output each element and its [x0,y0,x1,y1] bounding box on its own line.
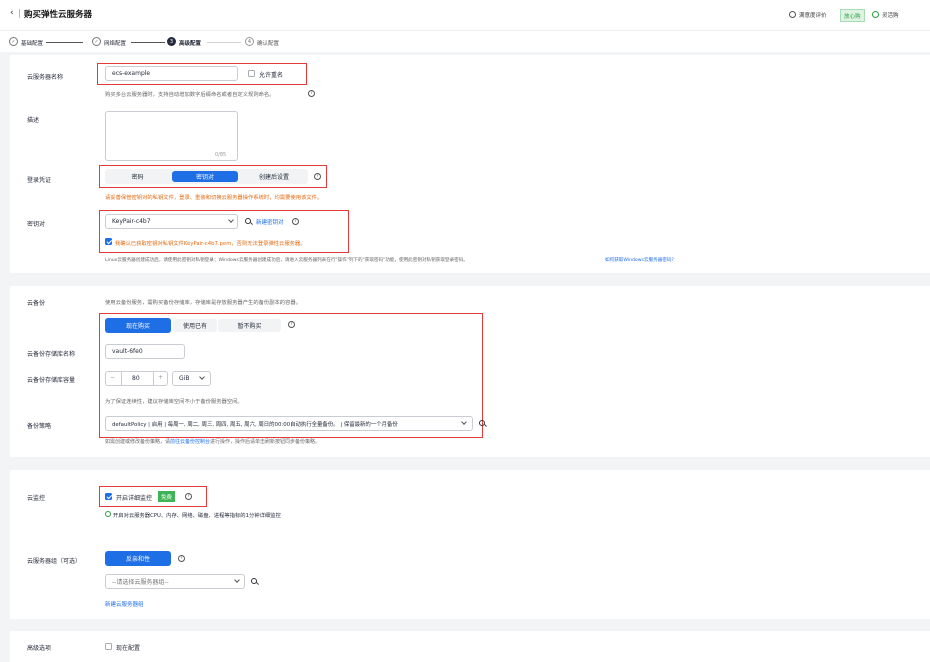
vault-capacity-label: 云备份存储库容量 [27,377,76,384]
keypair-hint: Linux云服务器创建成功后，请使用此密钥对私钥登录；Windows云服务器创建… [105,258,468,263]
help-icon[interactable]: ? [288,321,295,328]
step-2-label[interactable]: 网络配置 [104,39,126,47]
title-divider [19,9,20,18]
server-name-input[interactable]: ecs-example [105,66,238,81]
monitor-detail: 开启对云服务器CPU、内存、网络、磁盘、进程等指标的1分钟详细监控 [113,513,281,519]
backup-console-link[interactable]: 前往云备份控制台 [170,439,210,445]
vault-name-input[interactable]: vault-6fe0 [105,344,185,359]
step-1-done-icon: ✓ [9,37,18,46]
search-icon[interactable] [251,578,257,584]
backup-label: 云备份 [27,300,46,307]
anti-affinity-button[interactable]: 反亲和性 [105,551,171,566]
configure-now-checkbox[interactable] [105,643,112,650]
step-3-number: 3 [167,37,176,46]
backup-option-buy-now[interactable]: 现在购买 [105,318,171,333]
page-title: 购买弹性云服务器 [24,10,93,20]
smile-icon [789,11,796,18]
server-group-select[interactable]: --请选择云服务器组-- [105,574,245,589]
capacity-hint: 为了保证连续性，建议存储库空间不小于备份服务器空间。 [105,399,243,405]
allow-duplicate-label: 允许重名 [259,72,284,79]
description-label: 描述 [27,117,40,124]
step-2-done-icon: ✓ [92,37,101,46]
policy-hint: 如需创建或修改备份策略，请前往云备份控制台进行操作，操作后请单击刷新按钮同步备份… [105,438,320,445]
help-icon[interactable]: ? [314,173,321,180]
step-connector [131,42,165,43]
login-option-later[interactable]: 创建后设置 [242,171,306,182]
windows-password-link[interactable]: 如何获取Windows云服务器密码? [605,257,674,263]
step-connector [207,42,241,43]
login-credential-label: 登录凭证 [27,177,52,184]
shortcut-link[interactable]: 灵活购 [882,11,899,19]
free-badge: 免费 [158,491,176,502]
backup-panel: 云备份 使用云备份服务，需购买备份存储库，存储库是存放服务器产生的备份副本的容器… [10,286,930,457]
allow-duplicate-checkbox[interactable] [248,70,255,77]
cloud-monitor-label: 云监控 [27,495,46,502]
basic-settings-panel: 云服务器名称 ecs-example 允许重名 购买多台云服务器时，支持自动增加… [10,55,930,273]
backup-policy-select[interactable]: defaultPolicy | 启用 | 每周一, 周二, 周三, 周四, 周五… [105,416,473,431]
step-connector [46,42,83,43]
keypair-select[interactable]: KeyPair-c4b7 [105,214,238,229]
detailed-monitor-label: 开启详细监控 [116,495,153,502]
backup-option-use-existing[interactable]: 使用已有 [173,319,217,332]
backup-policy-label: 备份策略 [27,423,52,430]
back-icon[interactable]: ‹ [10,8,14,18]
monitoring-panel: 云监控 开启详细监控 免费 ? 开启对云服务器CPU、内存、网络、磁盘、进程等指… [10,470,930,619]
search-icon[interactable] [245,218,251,224]
capacity-unit-select[interactable]: GiB [172,371,211,386]
steps-bar: ✓ 基础配置 ✓ 网络配置 3 高级配置 4 确认配置 [0,30,930,52]
step-3-label: 高级配置 [179,41,202,47]
description-counter: 0/85 [215,152,227,158]
capacity-decrement-button[interactable]: − [110,374,115,381]
help-icon[interactable]: ? [185,493,192,500]
server-name-hint: 购买多台云服务器时，支持自动增加数字后缀命名或者自定义规则命名。 [105,92,275,98]
satisfaction-link[interactable]: 满意度评价 [799,11,827,19]
top-bar: ‹ 购买弹性云服务器 满意度评价 放心购 灵活购 [0,0,930,30]
step-4-label: 确认配置 [257,41,280,47]
help-icon[interactable]: ? [308,90,315,97]
step-4-number: 4 [245,37,254,46]
step-1-label[interactable]: 基础配置 [21,39,43,47]
stepper-divider [153,371,154,386]
vault-name-label: 云备份存储库名称 [27,351,76,358]
help-icon[interactable]: ? [292,218,299,225]
new-keypair-link[interactable]: 新建密钥对 [256,218,284,226]
refresh-search-icon[interactable] [479,420,485,426]
new-server-group-link[interactable]: 新建云服务器组 [105,600,144,608]
configure-now-label: 现在配置 [116,645,141,652]
keypair-label: 密钥对 [27,221,46,228]
capacity-increment-button[interactable]: + [158,374,163,381]
backup-option-not-now[interactable]: 暂不购买 [218,319,281,332]
check-circle-icon [872,11,879,18]
login-option-password[interactable]: 密码 [107,171,168,182]
capacity-value[interactable]: 80 [132,375,140,382]
advanced-options-label: 高级选项 [27,645,52,652]
policy-hint-post: 进行操作，操作后请单击刷新按钮同步备份策略。 [210,439,321,445]
help-icon[interactable]: ? [178,555,185,562]
keypair-confirm-checkbox[interactable] [105,238,112,245]
detailed-monitor-checkbox[interactable] [105,493,112,500]
login-option-keypair[interactable]: 密钥对 [172,171,238,182]
login-warning: 请妥善保管密钥对的私钥文件，登录、重装和切换云服务器操作系统时，均需要使用该文件… [105,195,323,201]
server-name-label: 云服务器名称 [27,74,64,81]
policy-hint-pre: 如需创建或修改备份策略，请 [105,439,171,445]
stepper-divider [121,371,122,386]
backup-intro: 使用云备份服务，需购买备份存储库，存储库是存放服务器产生的备份副本的容器。 [105,300,301,306]
advanced-panel: 高级选项 现在配置 [10,631,930,662]
server-group-label: 云服务器组（可选） [27,558,82,565]
trust-badge: 放心购 [840,9,865,22]
keypair-confirm-label: 我确认已获取密钥对私钥文件KeyPair-c4b7.pem，否则无法登录弹性云服… [115,241,306,247]
check-circle-icon [105,511,111,517]
